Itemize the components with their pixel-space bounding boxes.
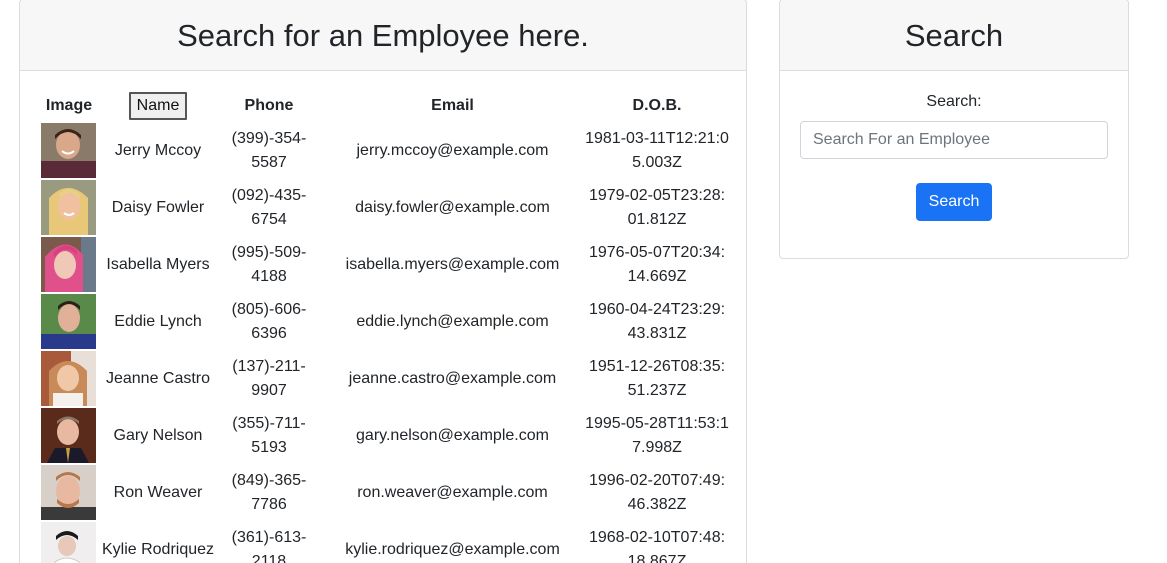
- name-cell: Kylie Rodriquez: [101, 540, 215, 558]
- table-row: Ron Weaver (849)-365-7786 ron.weaver@exa…: [40, 464, 729, 521]
- dob-cell: 1996-02-20T07:49:46.382Z: [588, 471, 726, 513]
- dob-cell: 1976-05-07T20:34:14.669Z: [588, 243, 726, 285]
- avatar: [41, 522, 96, 563]
- table-row: Daisy Fowler (092)-435-6754 daisy.fowler…: [40, 179, 729, 236]
- phone-cell: (361)-613-2118: [231, 528, 307, 563]
- search-form: Search: Search: [780, 71, 1128, 221]
- phone-cell: (399)-354-5587: [231, 129, 307, 171]
- search-card: Search Search: Search: [779, 0, 1129, 259]
- employee-table: Image Name Phone Email D.O.B. Jerry Mcco…: [40, 90, 729, 563]
- name-cell: Jeanne Castro: [105, 369, 211, 387]
- header-phone: Phone: [244, 97, 294, 114]
- avatar: [41, 408, 96, 463]
- name-cell: Gary Nelson: [113, 426, 203, 444]
- phone-cell: (092)-435-6754: [231, 186, 307, 228]
- header-image: Image: [45, 97, 93, 114]
- email-cell: kylie.rodriquez@example.com: [345, 540, 560, 558]
- header-name: Name: [98, 90, 218, 122]
- search-title: Search: [904, 18, 1004, 53]
- search-button[interactable]: Search: [915, 183, 993, 221]
- email-cell: daisy.fowler@example.com: [355, 198, 550, 216]
- image-cell: [40, 179, 98, 236]
- email-cell: eddie.lynch@example.com: [356, 312, 549, 330]
- phone-cell: (355)-711-5193: [232, 414, 306, 456]
- table-row: Eddie Lynch (805)-606-6396 eddie.lynch@e…: [40, 293, 729, 350]
- name-cell: Jerry Mccoy: [114, 141, 202, 159]
- search-input[interactable]: [800, 121, 1108, 159]
- avatar: [41, 237, 96, 292]
- table-row: Jerry Mccoy (399)-354-5587 jerry.mccoy@e…: [40, 122, 729, 179]
- email-cell: isabella.myers@example.com: [345, 255, 560, 273]
- phone-cell: (805)-606-6396: [231, 300, 307, 342]
- email-cell: gary.nelson@example.com: [356, 426, 549, 444]
- dob-cell: 1979-02-05T23:28:01.812Z: [588, 186, 726, 228]
- sort-by-name-button[interactable]: Name: [128, 92, 188, 120]
- image-cell: [40, 350, 98, 407]
- image-cell: [40, 236, 98, 293]
- email-cell: jerry.mccoy@example.com: [356, 141, 549, 159]
- image-cell: [40, 122, 98, 179]
- table-header-row: Image Name Phone Email D.O.B.: [40, 90, 729, 122]
- table-row: Kylie Rodriquez (361)-613-2118 kylie.rod…: [40, 521, 729, 563]
- phone-cell: (137)-211-9907: [232, 357, 306, 399]
- dob-cell: 1995-05-28T11:53:17.998Z: [585, 414, 729, 456]
- image-cell: [40, 293, 98, 350]
- image-cell: [40, 521, 98, 563]
- directory-header: Search for an Employee here.: [20, 0, 746, 71]
- dob-cell: 1960-04-24T23:29:43.831Z: [588, 300, 726, 342]
- avatar: [41, 465, 96, 520]
- phone-cell: (995)-509-4188: [231, 243, 307, 285]
- avatar: [41, 180, 96, 235]
- email-cell: ron.weaver@example.com: [357, 483, 548, 501]
- header-dob: D.O.B.: [632, 97, 682, 114]
- table-row: Gary Nelson (355)-711-5193 gary.nelson@e…: [40, 407, 729, 464]
- search-label: Search:: [926, 93, 982, 110]
- avatar: [41, 294, 96, 349]
- name-cell: Ron Weaver: [113, 483, 203, 501]
- name-cell: Daisy Fowler: [111, 198, 205, 216]
- dob-cell: 1981-03-11T12:21:05.003Z: [585, 129, 729, 171]
- dob-cell: 1968-02-10T07:48:18.867Z: [588, 528, 726, 563]
- employee-directory-card: Search for an Employee here. Image Name …: [19, 0, 747, 563]
- dob-cell: 1951-12-26T08:35:51.237Z: [588, 357, 726, 399]
- search-header: Search: [780, 0, 1128, 71]
- name-cell: Isabella Myers: [106, 255, 210, 273]
- directory-title: Search for an Employee here.: [177, 18, 589, 53]
- table-row: Jeanne Castro (137)-211-9907 jeanne.cast…: [40, 350, 729, 407]
- email-cell: jeanne.castro@example.com: [348, 369, 557, 387]
- name-cell: Eddie Lynch: [114, 312, 202, 330]
- page: Search for an Employee here. Image Name …: [0, 0, 1167, 563]
- header-email: Email: [431, 97, 474, 114]
- image-cell: [40, 407, 98, 464]
- image-cell: [40, 464, 98, 521]
- table-row: Isabella Myers (995)-509-4188 isabella.m…: [40, 236, 729, 293]
- avatar: [41, 123, 96, 178]
- avatar: [41, 351, 96, 406]
- phone-cell: (849)-365-7786: [231, 471, 307, 513]
